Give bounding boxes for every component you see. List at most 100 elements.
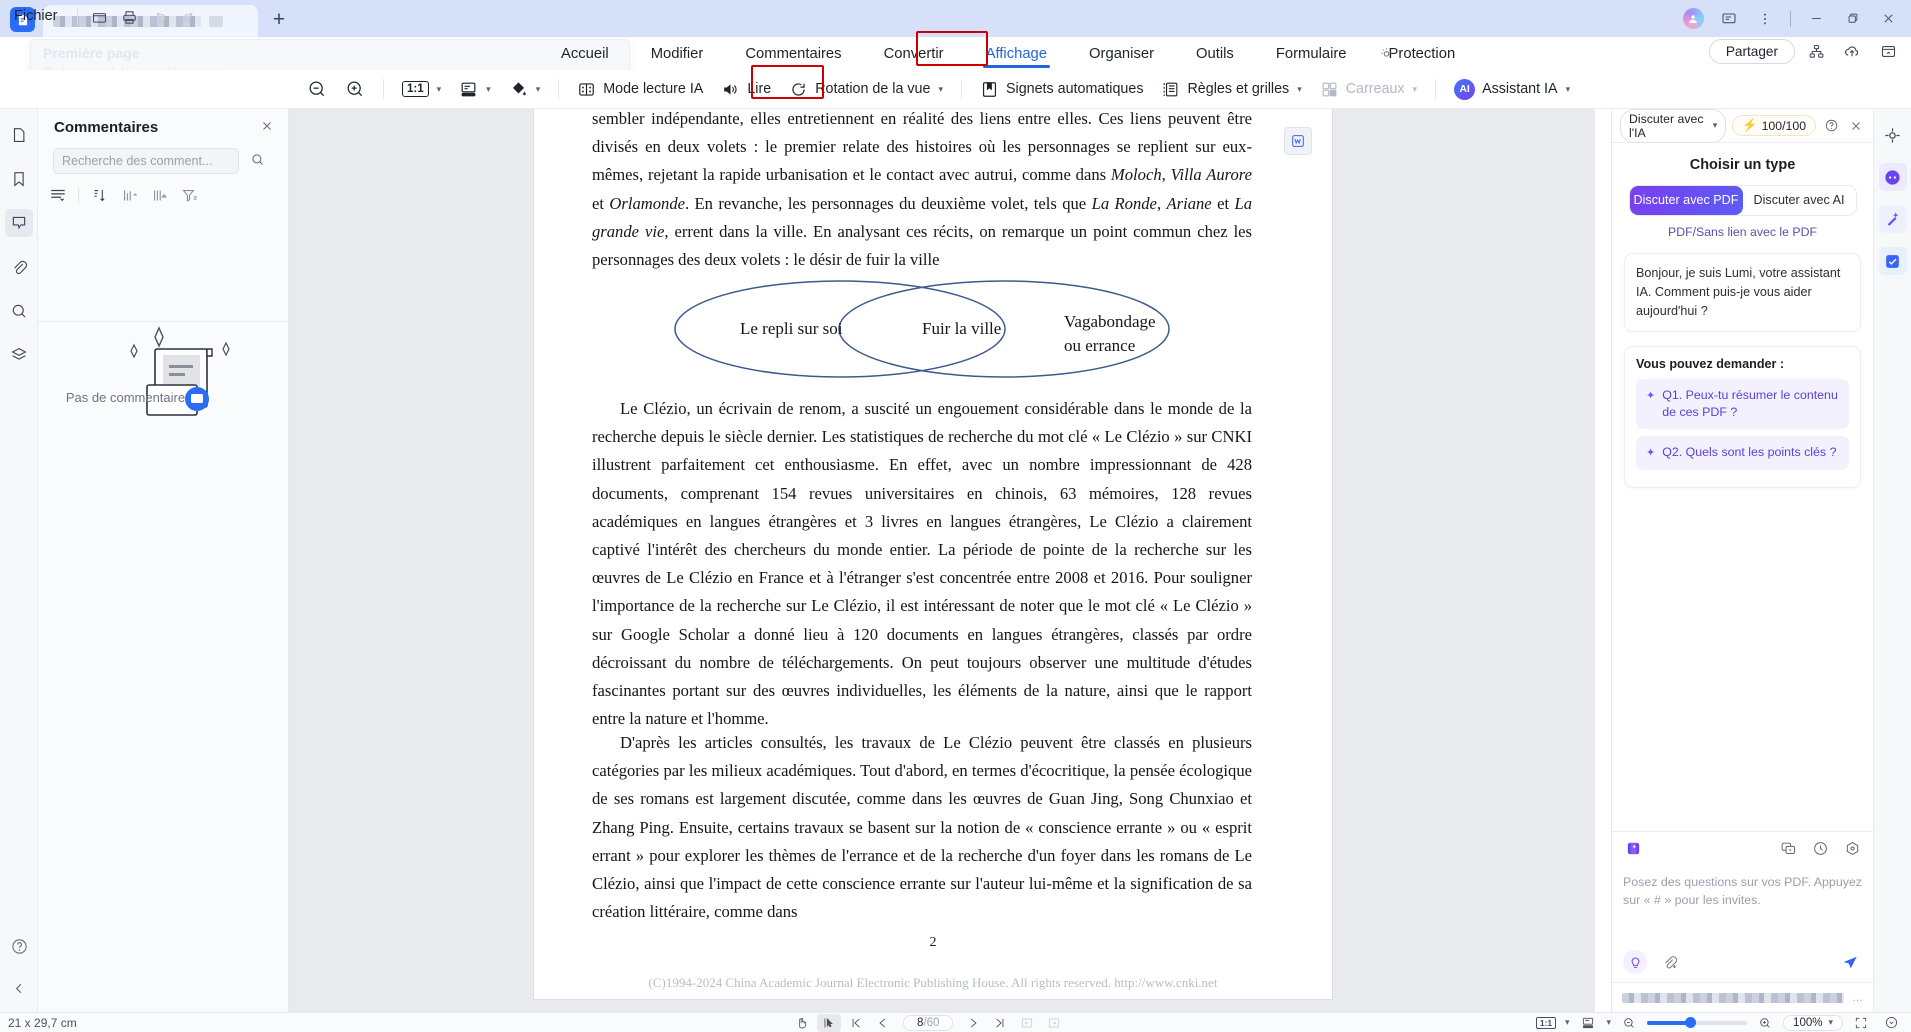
tab-modifier[interactable]: Modifier [630,41,725,67]
fullscreen-icon[interactable] [1849,1014,1873,1032]
sidebar-item-bookmarks[interactable] [5,165,33,193]
zoom-in-button[interactable] [336,75,374,103]
segment-discuter-avec-ai[interactable]: Discuter avec AI [1742,186,1856,215]
chevron-down-icon[interactable]: ▾ [536,84,541,95]
next-page-button[interactable] [961,1014,985,1032]
segment-discuter-avec-pdf[interactable]: Discuter avec PDF [1629,186,1743,215]
tab-affichage[interactable]: Affichage [965,41,1068,68]
history-icon[interactable] [1809,837,1831,859]
ai-tools-icon[interactable] [1879,121,1907,149]
zoom-level-dropdown[interactable]: 100% ▾ [1783,1014,1843,1031]
chevron-down-icon[interactable]: ▾ [1565,1017,1570,1028]
prev-page-button[interactable] [871,1014,895,1032]
document-viewport[interactable]: sembler indépendante, elles entretiennen… [289,109,1595,1012]
ai-chat-input[interactable]: Posez des questions sur vos PDF. Appuyez… [1612,864,1873,950]
zoom-out-button[interactable] [1617,1014,1641,1032]
regles-et-grilles-button[interactable]: Règles et grilles ▾ [1152,76,1310,103]
chevron-down-icon[interactable]: ▾ [1607,1017,1612,1028]
zoom-in-button[interactable] [1753,1014,1777,1032]
more-menu-icon[interactable] [1748,3,1782,35]
rotation-de-la-vue-button[interactable]: Rotation de la vue ▾ [780,76,952,103]
select-tool-icon[interactable] [817,1013,841,1032]
next-view-button[interactable] [1042,1014,1066,1032]
page-number-input[interactable]: 8/60 [903,1014,954,1031]
zoom-ratio-button[interactable]: 1:1 ▾ [393,77,450,101]
prompt-bulb-icon[interactable] [1623,950,1647,974]
zoom-out-button[interactable] [298,75,336,103]
first-page-icon[interactable] [85,4,113,30]
help-icon[interactable] [5,932,33,960]
checklist-icon[interactable] [1878,247,1907,275]
new-tab-button[interactable]: + [264,5,294,35]
chevron-down-icon[interactable]: ▾ [1413,84,1418,95]
maximize-button[interactable] [1835,3,1869,35]
zoom-slider[interactable] [1647,1016,1748,1028]
sidebar-item-search[interactable] [5,297,33,325]
assistant-ia-button[interactable]: AI Assistant IA ▾ [1445,75,1579,104]
hand-tool-icon[interactable] [790,1014,814,1032]
chevron-down-icon[interactable]: ▾ [1828,1017,1833,1028]
search-input[interactable]: Recherche des comment... [53,148,239,174]
filter-icon[interactable] [179,185,199,205]
tab-formulaire[interactable]: Formulaire [1255,41,1368,67]
send-icon[interactable] [1838,950,1862,974]
print-icon[interactable] [115,4,143,30]
pdf-source-icon[interactable] [1622,837,1644,859]
tab-outils[interactable]: Outils [1175,41,1255,67]
sidebar-item-thumbnails[interactable] [5,121,33,149]
signets-automatiques-button[interactable]: Signets automatiques [971,76,1153,103]
chat-bubble-icon[interactable] [1878,163,1907,191]
share-network-icon[interactable] [1801,38,1831,64]
sidebar-item-attachments[interactable] [5,253,33,281]
list-view-icon[interactable] [48,185,68,205]
page-layout-button[interactable]: ▾ [450,76,500,103]
search-icon[interactable] [250,152,265,167]
sort-icon[interactable] [89,185,109,205]
settings-icon[interactable] [1841,837,1863,859]
chevron-down-icon[interactable]: ▾ [1297,84,1302,95]
last-page-button[interactable] [988,1014,1012,1032]
tab-commentaires[interactable]: Commentaires [724,41,862,67]
suggested-question-2[interactable]: ✦ Q2. Quels sont les points clés ? [1636,436,1849,470]
tips-bulb-icon[interactable] [1373,40,1399,66]
tab-accueil[interactable]: Accueil [540,41,630,67]
sort-asc-icon[interactable] [119,185,139,205]
file-menu-button[interactable]: Fichier [8,6,64,26]
more-options-icon[interactable] [1879,1014,1903,1032]
collapse-ribbon-icon[interactable] [1873,38,1903,64]
close-icon[interactable] [1847,115,1865,137]
tab-close-icon[interactable] [209,15,223,27]
sidebar-item-comments[interactable] [4,209,33,237]
close-button[interactable] [1871,3,1905,35]
chevron-down-icon[interactable]: ▾ [1566,84,1571,95]
ai-credits-badge[interactable]: ⚡ 100/100 [1732,115,1817,136]
cloud-upload-icon[interactable] [1837,38,1867,64]
close-icon[interactable] [260,119,274,133]
mode-lecture-ia-button[interactable]: Mode lecture IA [568,76,712,103]
new-chat-icon[interactable] [1777,837,1799,859]
pdf-page[interactable]: sembler indépendante, elles entretiennen… [534,109,1332,999]
ai-wand-icon[interactable] [1878,205,1907,233]
chevron-down-icon[interactable]: ▾ [486,84,491,95]
sort-desc-icon[interactable] [149,185,169,205]
attach-icon[interactable] [1657,950,1681,974]
avatar[interactable] [1676,3,1710,35]
tab-convertir[interactable]: Convertir [863,41,965,67]
fit-ratio-button[interactable]: 1:1 [1534,1014,1558,1032]
chevron-down-icon[interactable]: ▾ [1713,120,1718,131]
theme-fill-button[interactable]: ▾ [500,76,550,103]
zoom-slider-handle[interactable] [1685,1016,1697,1028]
ai-mode-dropdown[interactable]: Discuter avec l'IA ▾ [1620,108,1727,143]
carreaux-button[interactable]: Carreaux ▾ [1311,76,1426,103]
watermark-badge-icon[interactable] [1284,127,1312,155]
tab-organiser[interactable]: Organiser [1068,41,1175,67]
page-display-mode-icon[interactable] [1576,1014,1600,1032]
minimize-button[interactable] [1799,3,1833,35]
help-icon[interactable] [1822,115,1840,137]
redo-icon[interactable] [175,4,203,30]
first-page-button[interactable] [844,1014,868,1032]
previous-view-button[interactable] [1015,1014,1039,1032]
chevron-down-icon[interactable]: ▾ [437,84,442,95]
collapse-panel-icon[interactable] [5,974,33,1002]
share-button[interactable]: Partager [1708,38,1795,64]
